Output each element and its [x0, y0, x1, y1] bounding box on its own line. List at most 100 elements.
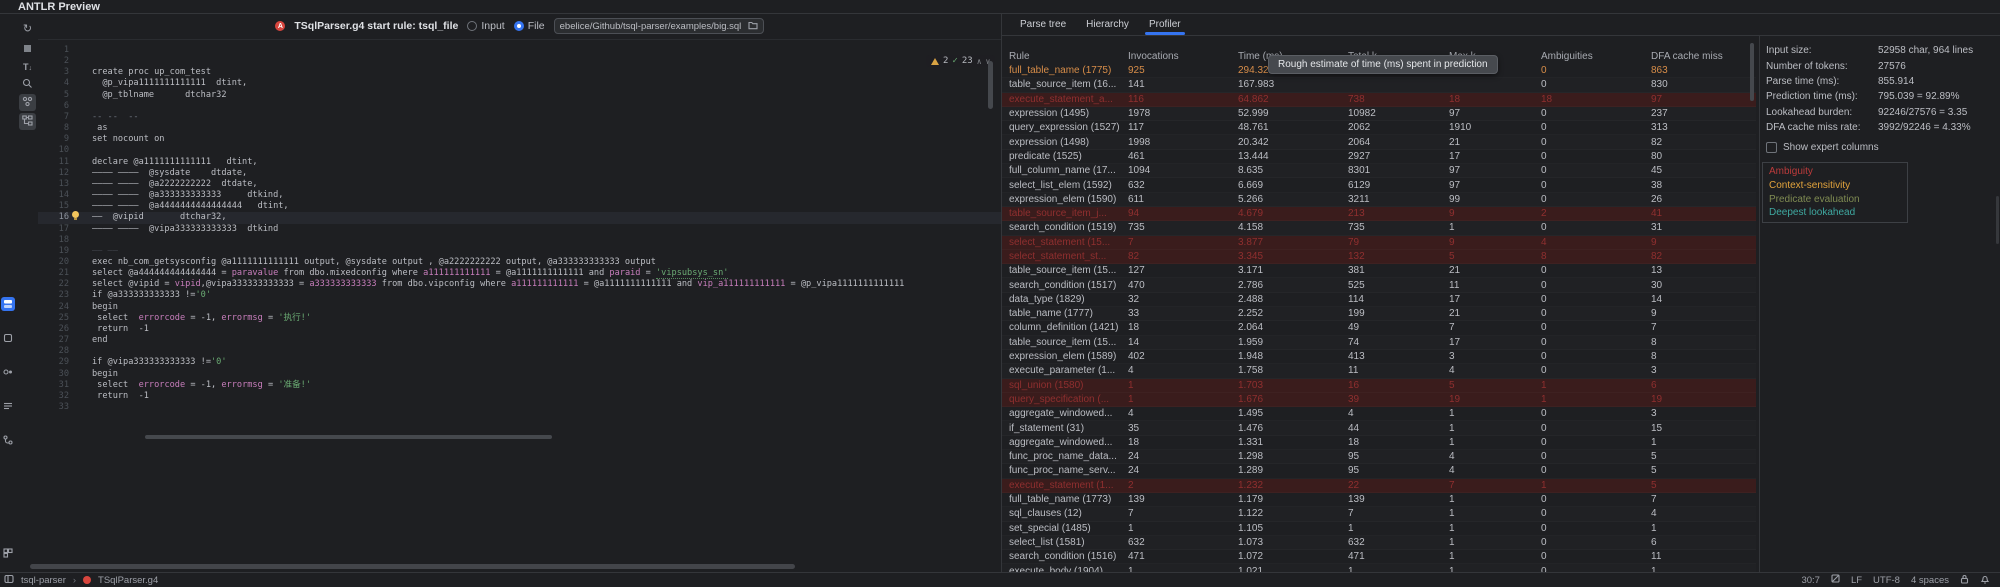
table-row[interactable]: expression (1498)199820.342206421082	[1002, 135, 1756, 149]
column-header[interactable]: Ambiguities	[1534, 51, 1644, 62]
tool-stripe-button-active[interactable]	[1, 297, 15, 311]
input-radio[interactable]: Input	[467, 20, 504, 32]
notifications-bell-icon[interactable]	[1980, 574, 1990, 587]
code-line[interactable]: 24begin	[38, 302, 1001, 313]
tool-window-horizontal-scrollbar[interactable]	[30, 564, 795, 569]
table-row[interactable]: full_table_name (1773)1391.179139107	[1002, 493, 1756, 507]
table-row[interactable]: execute_parameter (1...41.75811403	[1002, 364, 1756, 378]
table-row[interactable]: full_column_name (17...10948.63583019704…	[1002, 164, 1756, 178]
code-line[interactable]: 21select @a444444444444444 = paravalue f…	[38, 268, 1001, 279]
code-line[interactable]: 23if @a333333333333 !='0'	[38, 290, 1001, 301]
table-row[interactable]: table_source_item (16...141167.9830830	[1002, 78, 1756, 92]
table-row[interactable]: predicate (1525)46113.444292717080	[1002, 150, 1756, 164]
inspections-widget[interactable]: 2 ✓ 23 ∧ ∨	[926, 55, 995, 67]
table-row[interactable]: set_special (1485)11.1051101	[1002, 522, 1756, 536]
right-edge-scrollbar[interactable]	[1996, 196, 1999, 244]
code-line[interactable]: 18	[38, 235, 1001, 246]
code-line[interactable]: 16―― @vipid dtchar32,	[38, 212, 1001, 223]
breadcrumb-project[interactable]: tsql-parser	[21, 575, 66, 586]
code-line[interactable]: 27end	[38, 335, 1001, 346]
code-line[interactable]: 7-- -- --	[38, 112, 1001, 123]
code-line[interactable]: 31 select errorcode = -1, errormsg = '准备…	[38, 380, 1001, 391]
code-line[interactable]: 13―――― ―――― @a2222222222 dtdate,	[38, 179, 1001, 190]
table-row[interactable]: table_source_item (15...141.959741708	[1002, 336, 1756, 350]
breadcrumb-file[interactable]: TSqlParser.g4	[98, 575, 158, 586]
tool-stripe-button-bottom[interactable]	[1, 546, 15, 560]
code-line[interactable]: 2	[38, 56, 1001, 67]
tab-hierarchy[interactable]: Hierarchy	[1076, 13, 1139, 35]
chevron-up-icon[interactable]: ∧	[977, 57, 982, 66]
table-row[interactable]: execute_statement (1...21.23222715	[1002, 479, 1756, 493]
table-row[interactable]: select_statement_st...823.3451325882	[1002, 250, 1756, 264]
tool-stripe-button-2[interactable]	[1, 331, 15, 345]
indent-style[interactable]: 4 spaces	[1911, 575, 1949, 586]
code-line[interactable]: 29if @vipa333333333333 !='0'	[38, 357, 1001, 368]
caret-position[interactable]: 30:7	[1801, 575, 1820, 586]
column-header[interactable]: Invocations	[1121, 51, 1231, 62]
table-row[interactable]: aggregate_windowed...181.33118101	[1002, 436, 1756, 450]
code-line[interactable]: 32 return -1	[38, 391, 1001, 402]
code-line[interactable]: 1	[38, 45, 1001, 56]
indicator-icon[interactable]	[1831, 574, 1840, 586]
table-row[interactable]: if_statement (31)351.476441015	[1002, 421, 1756, 435]
scroll-to-source-button[interactable]: T↓	[19, 58, 36, 75]
tool-stripe-button-4[interactable]	[1, 399, 15, 413]
code-line[interactable]: 26 return -1	[38, 324, 1001, 335]
file-radio[interactable]: File	[514, 20, 545, 32]
table-row[interactable]: select_statement (15...73.87779949	[1002, 236, 1756, 250]
editor-horizontal-scrollbar[interactable]	[145, 435, 552, 439]
code-line[interactable]: 25 select errorcode = -1, errormsg = '执行…	[38, 313, 1001, 324]
table-row[interactable]: expression (1495)197852.99910982970237	[1002, 107, 1756, 121]
code-line[interactable]: 8 as	[38, 123, 1001, 134]
table-vertical-scrollbar[interactable]	[1750, 43, 1754, 101]
tree-view-toggle-button[interactable]	[19, 113, 36, 130]
table-row[interactable]: select_list (1581)6321.073632106	[1002, 536, 1756, 550]
code-editor[interactable]: 123create proc up_com_test4 @p_vipa11111…	[38, 39, 1001, 443]
table-row[interactable]: data_type (1829)322.48811417014	[1002, 293, 1756, 307]
table-row[interactable]: aggregate_windowed...41.4954103	[1002, 407, 1756, 421]
table-row[interactable]: query_specification (...11.6763919119	[1002, 393, 1756, 407]
column-header[interactable]: DFA cache miss	[1644, 51, 1756, 62]
table-row[interactable]: table_source_item_j...944.6792139241	[1002, 207, 1756, 221]
refresh-button[interactable]: ↻	[19, 21, 36, 38]
table-row[interactable]: execute_statement_a...11664.862738181897	[1002, 93, 1756, 107]
code-line[interactable]: 3create proc up_com_test	[38, 67, 1001, 78]
stop-button[interactable]	[19, 40, 36, 57]
table-row[interactable]: search_condition (1516)4711.0724711011	[1002, 550, 1756, 564]
table-row[interactable]: column_definition (1421)182.06449707	[1002, 321, 1756, 335]
file-encoding[interactable]: UTF-8	[1873, 575, 1900, 586]
code-line[interactable]: 33	[38, 402, 1001, 413]
profiler-toggle-button[interactable]	[19, 94, 36, 111]
code-line[interactable]: 11declare @a1111111111111 dtint,	[38, 157, 1001, 168]
table-row[interactable]: func_proc_name_data...241.29895405	[1002, 450, 1756, 464]
code-line[interactable]: 6	[38, 101, 1001, 112]
table-row[interactable]: query_expression (1527)11748.76120621910…	[1002, 121, 1756, 135]
intention-bulb-icon[interactable]	[72, 211, 80, 219]
code-line[interactable]: 28	[38, 346, 1001, 357]
code-line[interactable]: 22select @vipid = vipid,@vipa33333333333…	[38, 279, 1001, 290]
code-line[interactable]: 15―――― ―――― @a4444444444444444 dtint,	[38, 201, 1001, 212]
code-line[interactable]: 14―――― ―――― @a333333333333 dtkind,	[38, 190, 1001, 201]
code-line[interactable]: 9set nocount on	[38, 134, 1001, 145]
tool-stripe-button-3[interactable]	[1, 365, 15, 379]
table-row[interactable]: search_condition (1519)7354.1587351031	[1002, 221, 1756, 235]
code-line[interactable]: 5 @p_tblname dtchar32	[38, 90, 1001, 101]
show-expert-columns-checkbox[interactable]: Show expert columns	[1766, 140, 2000, 154]
table-row[interactable]: search_condition (1517)4702.78652511030	[1002, 278, 1756, 292]
tab-parse-tree[interactable]: Parse tree	[1010, 13, 1076, 35]
code-line[interactable]: 19―― ――	[38, 246, 1001, 257]
table-row[interactable]: expression_elem (1590)6115.266321199026	[1002, 193, 1756, 207]
tab-profiler[interactable]: Profiler	[1139, 13, 1191, 35]
table-row[interactable]: execute_body (1904)11.0211101	[1002, 564, 1756, 572]
editor-vertical-scrollbar[interactable]	[988, 61, 993, 109]
table-row[interactable]: expression_elem (1589)4021.948413308	[1002, 350, 1756, 364]
code-line[interactable]: 20exec nb_com_getsysconfig @a11111111111…	[38, 257, 1001, 268]
code-line[interactable]: 12―――― ―――― @sysdate dtdate,	[38, 168, 1001, 179]
table-row[interactable]: func_proc_name_serv...241.28995405	[1002, 464, 1756, 478]
code-line[interactable]: 30begin	[38, 369, 1001, 380]
table-row[interactable]: table_name (1777)332.2521992109	[1002, 307, 1756, 321]
search-button[interactable]	[19, 76, 36, 93]
column-header[interactable]: Rule	[1002, 51, 1121, 62]
code-line[interactable]: 17―――― ―――― @vipa333333333333 dtkind	[38, 224, 1001, 235]
lock-icon[interactable]	[1960, 574, 1969, 587]
